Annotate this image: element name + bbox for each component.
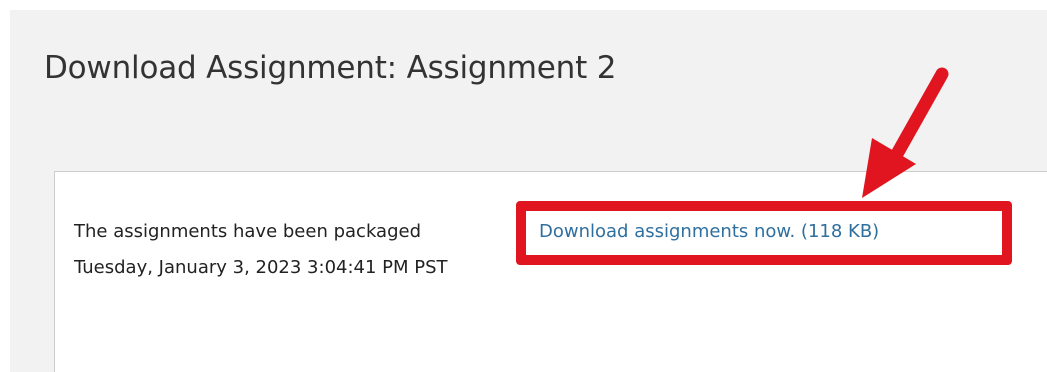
page-title: Download Assignment: Assignment 2 bbox=[44, 50, 617, 86]
page: Download Assignment: Assignment 2 The as… bbox=[0, 0, 1047, 372]
package-message: The assignments have been packaged bbox=[74, 221, 422, 242]
package-timestamp: Tuesday, January 3, 2023 3:04:41 PM PST bbox=[74, 257, 448, 278]
download-assignments-link[interactable]: Download assignments now. (118 KB) bbox=[539, 221, 879, 242]
red-arrow-icon bbox=[862, 67, 949, 198]
